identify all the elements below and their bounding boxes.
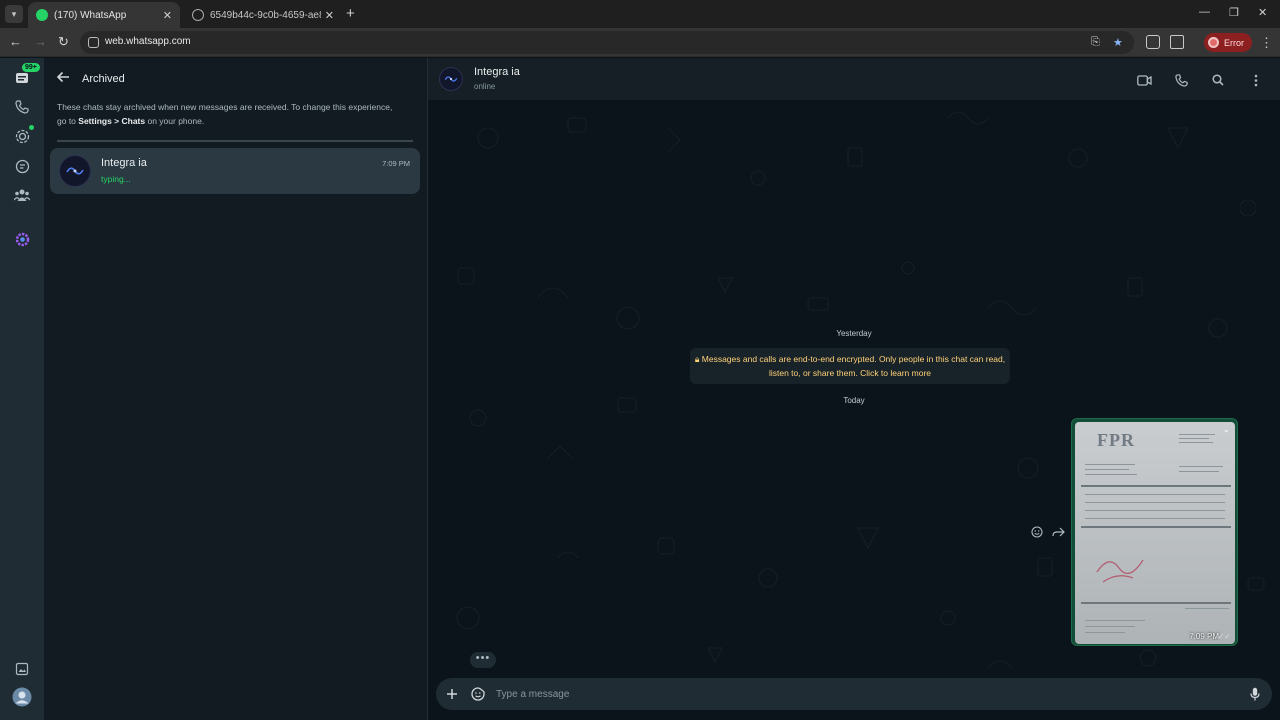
conversation-panel: Integra ia online Yesterday 🔒︎ Messages …	[428, 58, 1280, 720]
back-nav-icon[interactable]: ←	[9, 34, 22, 49]
sticker-emoji-icon[interactable]	[470, 686, 486, 702]
channels-icon[interactable]	[12, 156, 32, 176]
contact-online-status: online	[474, 82, 496, 91]
divider	[57, 140, 413, 142]
restore-icon[interactable]: ❐	[1229, 6, 1239, 19]
chat-typing-status: typing...	[101, 174, 131, 184]
profile-avatar-icon	[1208, 37, 1219, 48]
bookmark-star-icon[interactable]: ★	[1113, 36, 1123, 49]
read-ticks-icon: ✓✓	[1217, 632, 1231, 641]
address-bar[interactable]: web.whatsapp.com ⎘ ★	[80, 31, 1134, 54]
communities-icon[interactable]	[12, 185, 32, 205]
meta-ai-icon[interactable]	[12, 229, 32, 249]
tab-close-icon[interactable]: ✕	[325, 9, 334, 22]
handwriting-scribble-icon	[1096, 559, 1144, 583]
settings-chats-label: Settings > Chats	[78, 116, 146, 126]
composer-box	[436, 678, 1272, 710]
reload-icon[interactable]: ↻	[58, 34, 69, 50]
integra-logo-icon	[66, 167, 84, 175]
archived-info: These chats stay archived when new messa…	[57, 100, 397, 128]
integra-logo-icon	[444, 76, 458, 82]
tab-secondary[interactable]: 6549b44c-9c0b-4659-ae8a-e5 ✕	[184, 2, 342, 28]
chat-time: 7:09 PM	[382, 159, 410, 168]
receipt-photo[interactable]: FPR	[1075, 422, 1235, 644]
unread-badge: 99+	[22, 63, 40, 72]
chat-name: Integra ia	[101, 157, 147, 169]
extensions-puzzle-icon[interactable]	[1170, 35, 1184, 49]
microphone-icon[interactable]	[1247, 686, 1263, 702]
chevron-down-icon[interactable]: ⌄	[1222, 424, 1230, 435]
tab-search-button[interactable]: ▾	[5, 5, 23, 23]
tab-close-icon[interactable]: ✕	[163, 9, 172, 22]
image-message-bubble[interactable]: FPR ⌄ 7:09 PM ✓✓	[1071, 418, 1238, 646]
encryption-notice[interactable]: 🔒︎ Messages and calls are end-to-end enc…	[690, 348, 1010, 384]
message-input[interactable]	[496, 687, 1196, 701]
install-app-icon[interactable]: ⎘	[1091, 36, 1100, 49]
profile-avatar[interactable]	[12, 687, 32, 707]
browser-menu-icon[interactable]: ⋮	[1260, 35, 1273, 51]
whatsapp-app: 99+ Archived These chats stay archived w…	[0, 58, 1280, 720]
extension-icon[interactable]	[1146, 35, 1160, 49]
conversation-header[interactable]: Integra ia online	[428, 58, 1280, 100]
url-text[interactable]: web.whatsapp.com	[105, 36, 191, 47]
attach-plus-icon[interactable]	[444, 686, 460, 702]
archived-header: Archived	[44, 58, 428, 100]
menu-kebab-icon[interactable]	[1248, 72, 1264, 88]
media-gallery-icon[interactable]	[12, 659, 32, 679]
receipt-logo-text: FPR	[1097, 430, 1135, 450]
archived-title: Archived	[82, 73, 125, 85]
minimize-icon[interactable]: —	[1199, 6, 1210, 18]
date-separator-today: Today	[843, 396, 865, 405]
tab-whatsapp[interactable]: (170) WhatsApp ✕	[28, 2, 180, 28]
search-icon[interactable]	[1210, 72, 1226, 88]
contact-avatar[interactable]	[439, 67, 463, 91]
typing-indicator: •••	[470, 652, 496, 668]
encryption-notice-text[interactable]: Messages and calls are end-to-end encryp…	[702, 354, 1005, 378]
tab-title: 6549b44c-9c0b-4659-ae8a-e5	[210, 9, 321, 21]
window-close-icon[interactable]: ✕	[1258, 6, 1267, 19]
nav-rail: 99+	[0, 58, 44, 720]
message-time: 7:09 PM	[1189, 632, 1219, 641]
site-info-icon[interactable]	[88, 37, 99, 48]
error-label: Error	[1224, 37, 1244, 48]
forward-nav-icon[interactable]: →	[34, 34, 47, 49]
forward-icon[interactable]	[1051, 525, 1065, 539]
message-composer	[428, 672, 1280, 720]
whatsapp-favicon-icon	[36, 9, 48, 21]
voice-call-icon[interactable]	[1173, 72, 1189, 88]
profile-error-button[interactable]: Error	[1204, 33, 1252, 52]
video-call-icon[interactable]	[1136, 72, 1152, 88]
browser-toolbar: ← → ↻ web.whatsapp.com ⎘ ★ Error ⋮	[0, 28, 1280, 57]
archived-panel: Archived These chats stay archived when …	[44, 58, 428, 720]
calls-icon[interactable]	[12, 97, 32, 117]
archived-info-suffix: on your phone.	[145, 116, 205, 126]
tab-title: (170) WhatsApp	[54, 9, 127, 21]
contact-name[interactable]: Integra ia	[474, 66, 520, 78]
status-update-dot	[29, 125, 34, 130]
date-separator-yesterday: Yesterday	[836, 329, 872, 338]
globe-favicon-icon	[192, 9, 204, 21]
back-arrow-icon[interactable]	[56, 70, 70, 89]
browser-tab-strip: ▾ (170) WhatsApp ✕ 6549b44c-9c0b-4659-ae…	[0, 0, 1280, 28]
chat-list-item[interactable]: Integra ia typing... 7:09 PM	[50, 148, 420, 194]
new-tab-button[interactable]: +	[346, 5, 355, 22]
react-emoji-icon[interactable]	[1030, 525, 1044, 539]
contact-avatar	[59, 155, 91, 187]
lock-icon: 🔒︎	[694, 354, 702, 364]
